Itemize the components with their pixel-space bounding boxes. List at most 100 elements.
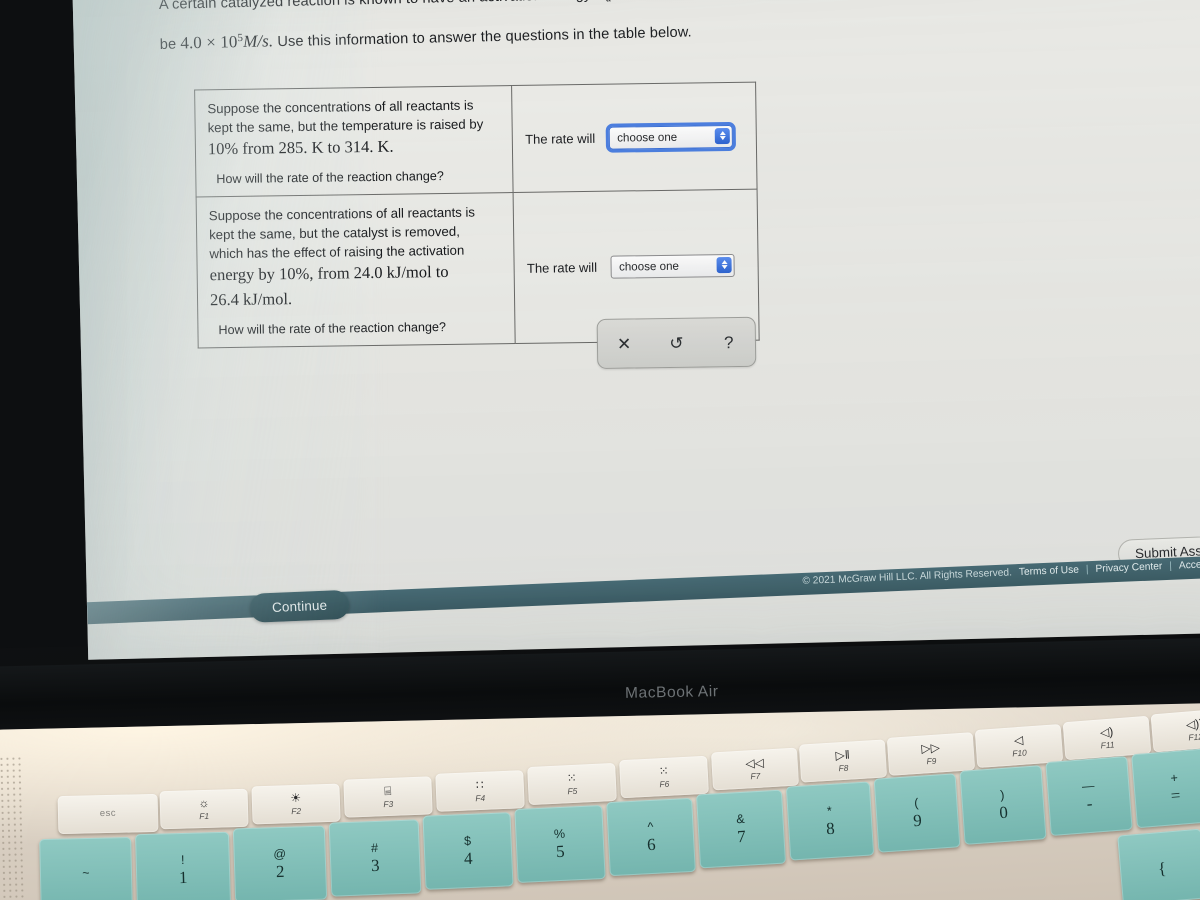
answer-label-1: The rate will <box>525 130 596 147</box>
macbook-air-label: MacBook Air <box>624 683 719 702</box>
question-2-followup: How will the rate of the reaction change… <box>218 319 447 338</box>
keyboard-brightness-up-icon: ⁙ <box>658 763 670 779</box>
key-4[interactable]: $4 <box>422 812 514 890</box>
prompt-line2-a: be <box>159 36 181 53</box>
answer-label-2: The rate will <box>526 259 598 276</box>
key-f6[interactable]: ⁙ F6 <box>619 755 709 799</box>
rate-change-select-1[interactable]: choose one <box>606 121 737 153</box>
answer-row-2: The rate will choose one <box>527 253 746 279</box>
key-f1[interactable]: ☼ F1 <box>159 788 249 830</box>
key-primary-glyph: { <box>1157 858 1167 879</box>
rate-change-select-2[interactable]: choose one <box>610 253 736 279</box>
key-7[interactable]: & 7 <box>695 789 787 869</box>
key-0[interactable]: ) 0 <box>959 765 1047 845</box>
key-f7[interactable]: ◁◁ F7 <box>710 747 800 791</box>
key-primary-glyph: 9 <box>912 810 923 831</box>
key-primary-glyph: 6 <box>646 835 657 855</box>
key-primary-glyph: 1 <box>178 868 188 888</box>
key-shift-glyph: & <box>735 811 745 826</box>
prompt-equals: = <box>611 0 621 2</box>
key-label: F4 <box>475 792 486 803</box>
answer-toolbar: ✕ ↺ ? <box>596 316 757 369</box>
key-shift-glyph: + <box>1169 770 1179 786</box>
key-primary-glyph: 8 <box>825 818 836 839</box>
key-shift-glyph: ~ <box>82 866 90 881</box>
speaker-grille <box>0 755 26 900</box>
key-f4[interactable]: ∷ F4 <box>435 770 525 812</box>
rewind-icon: ◁◁ <box>745 755 765 771</box>
key-f12[interactable]: ◁)) F12 <box>1150 707 1200 753</box>
brightness-down-icon: ☼ <box>198 795 210 811</box>
key-primary-glyph: 2 <box>275 862 285 882</box>
volume-down-icon: ◁) <box>1099 724 1114 740</box>
key--[interactable]: — - <box>1045 755 1133 837</box>
activation-energy-value: 24.0 <box>621 0 652 2</box>
key-f2[interactable]: ☀ F2 <box>251 783 341 825</box>
key-shift-glyph: ( <box>913 795 919 810</box>
question-1-followup: How will the rate of the reaction change… <box>216 169 444 187</box>
key-label: F8 <box>838 762 849 773</box>
chevron-updown-icon <box>716 256 733 273</box>
rate-change-select-2-value: choose one <box>618 259 680 274</box>
footer-links: © 2021 McGraw Hill LLC. All Rights Reser… <box>802 558 1200 587</box>
play-pause-icon: ▷‖ <box>835 747 851 763</box>
rate-change-select-1-value: choose one <box>617 130 678 145</box>
key-shift-glyph: # <box>370 840 379 855</box>
key-f3[interactable]: ⌸ F3 <box>343 776 433 818</box>
mission-control-icon: ⌸ <box>383 783 392 799</box>
key-shift-glyph: @ <box>273 846 287 861</box>
key-3[interactable]: #3 <box>328 819 422 897</box>
key-8[interactable]: * 8 <box>785 781 875 861</box>
key-backtick[interactable]: ~ <box>39 836 133 900</box>
copyright-text: © 2021 McGraw Hill LLC. All Rights Reser… <box>802 567 1013 587</box>
brightness-up-icon: ☀ <box>290 790 302 806</box>
volume-up-icon: ◁)) <box>1185 716 1200 732</box>
accessibility-link[interactable]: Accessibility <box>1179 558 1200 571</box>
key-=[interactable]: + = <box>1131 747 1200 829</box>
separator: | <box>1169 560 1173 572</box>
key-primary-glyph: 0 <box>998 802 1009 823</box>
key-f5[interactable]: ⁙ F5 <box>527 762 617 806</box>
help-icon[interactable]: ? <box>713 333 745 352</box>
key-f8[interactable]: ▷‖ F8 <box>798 739 888 783</box>
key-esc[interactable]: esc <box>57 793 159 835</box>
key-label: F7 <box>750 770 761 781</box>
problem-statement: A certain catalyzed reaction is known to… <box>158 0 1200 64</box>
prompt-line1-a: A certain catalyzed reaction is known to… <box>159 0 596 13</box>
key-1[interactable]: ! 1 <box>134 831 232 900</box>
key-label: F5 <box>567 785 578 796</box>
fast-forward-icon: ▷▷ <box>920 740 941 756</box>
mute-icon: ◁ <box>1013 732 1024 748</box>
key-primary-glyph: - <box>1086 794 1094 814</box>
answer-cell-1: The rate will choose one <box>511 82 758 193</box>
key-brace-open[interactable]: { <box>1117 828 1200 900</box>
key-label: F6 <box>659 778 670 789</box>
question-cell-1: Suppose the concentrations of all reacta… <box>194 85 514 198</box>
key-shift-glyph: ! <box>180 852 185 867</box>
key-shift-glyph: % <box>553 826 566 842</box>
privacy-center-link[interactable]: Privacy Center <box>1095 561 1162 575</box>
key-2[interactable]: @2 <box>232 825 328 900</box>
key-shift-glyph: — <box>1081 778 1095 794</box>
undo-icon[interactable]: ↺ <box>660 333 692 352</box>
key-primary-glyph: 3 <box>370 856 380 876</box>
key-6[interactable]: ^ 6 <box>606 797 696 877</box>
esc-key: esc <box>99 807 117 820</box>
table-row: Suppose the concentrations of all reacta… <box>194 82 758 198</box>
answer-row-1: The rate will choose one <box>525 121 744 153</box>
browser-page: A certain catalyzed reaction is known to… <box>72 0 1200 660</box>
continue-button[interactable]: Continue <box>249 589 350 623</box>
terms-of-use-link[interactable]: Terms of Use <box>1019 565 1079 578</box>
activation-energy-symbol: E <box>595 0 606 3</box>
keyboard-brightness-down-icon: ⁙ <box>566 770 578 786</box>
key-label: F3 <box>383 798 394 809</box>
key-9[interactable]: (9 <box>873 773 961 853</box>
screenshot-root: A certain catalyzed reaction is known to… <box>0 0 1200 900</box>
key-primary-glyph: 7 <box>736 827 747 847</box>
rate-unit: M/s. <box>242 31 274 51</box>
clear-icon[interactable]: ✕ <box>608 334 640 353</box>
key-label: F12 <box>1187 731 1200 743</box>
key-shift-glyph: * <box>826 803 833 818</box>
key-5[interactable]: % 5 <box>514 804 606 884</box>
key-f9[interactable]: ▷▷ F9 <box>886 732 976 776</box>
